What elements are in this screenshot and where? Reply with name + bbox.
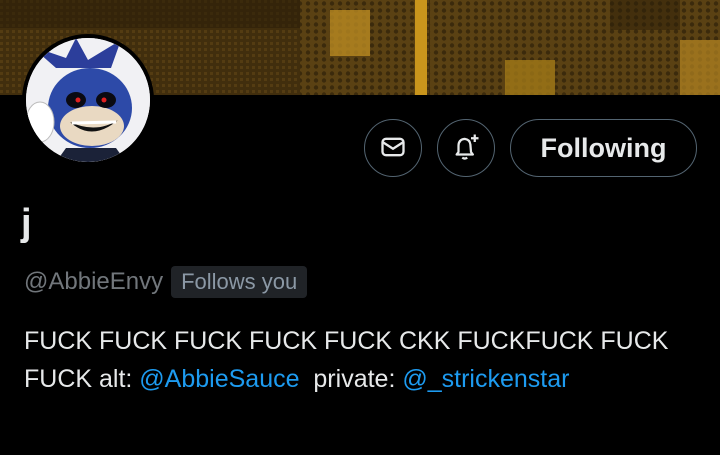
- following-button[interactable]: Following: [510, 119, 697, 177]
- handle-row: @AbbieEnvy Follows you: [24, 266, 308, 298]
- envelope-icon: [379, 133, 407, 164]
- avatar-image: [26, 38, 150, 162]
- mention-link-alt[interactable]: @AbbieSauce: [139, 365, 299, 393]
- profile-bio: FUCK FUCK FUCK FUCK FUCK CKK FUCKFUCK FU…: [24, 322, 704, 398]
- bio-text-private: private:: [299, 365, 403, 393]
- mention-link-private[interactable]: @_strickenstar: [402, 365, 569, 393]
- user-handle: @AbbieEnvy: [24, 268, 164, 295]
- notifications-button[interactable]: [437, 119, 495, 177]
- avatar[interactable]: [22, 34, 154, 166]
- display-name: j: [21, 202, 32, 244]
- follows-you-badge: Follows you: [171, 266, 308, 298]
- message-button[interactable]: [364, 119, 422, 177]
- bell-plus-icon: [451, 132, 481, 165]
